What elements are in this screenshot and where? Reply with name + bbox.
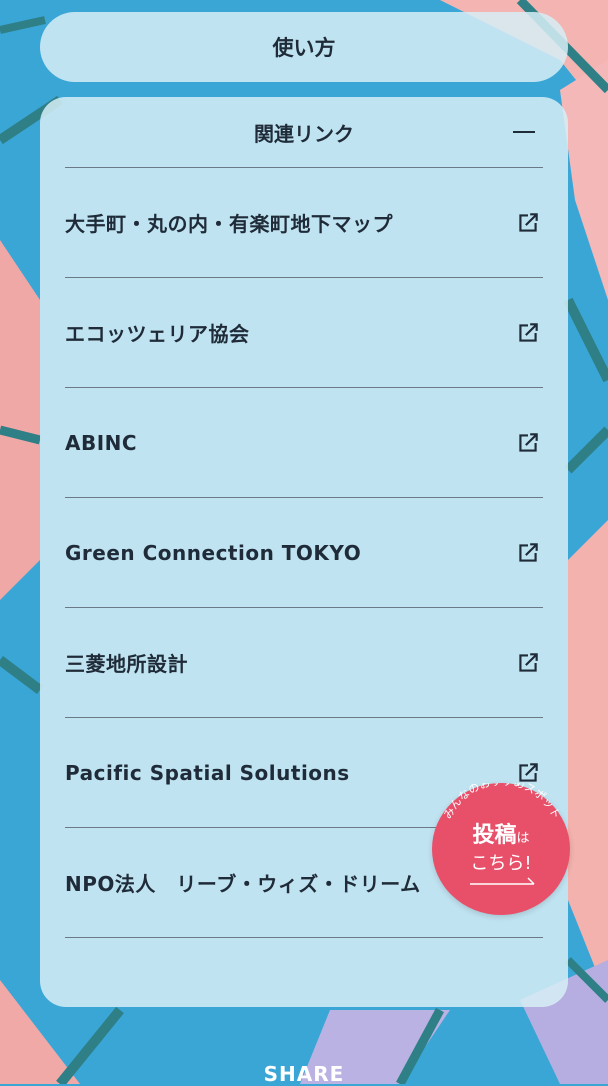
post-badge-main: 投稿は (432, 817, 570, 849)
related-link-label: Pacific Spatial Solutions (65, 760, 350, 785)
howto-button[interactable]: 使い方 (40, 12, 568, 82)
related-link-item[interactable]: 三菱地所設計 (65, 608, 543, 718)
howto-label: 使い方 (272, 36, 336, 60)
post-badge-arc-text: みんなのおすすめスポット (441, 783, 563, 821)
related-link-label: NPO法人 リーブ・ウィズ・ドリーム (65, 872, 421, 896)
external-link-icon (519, 212, 538, 232)
minus-icon[interactable] (513, 131, 535, 133)
external-link-icon (519, 762, 538, 782)
arrow-right-icon (470, 877, 535, 885)
related-link-item[interactable]: エコッツェリア協会 (65, 278, 543, 388)
related-link-label: 三菱地所設計 (65, 652, 188, 676)
external-link-icon (519, 322, 538, 342)
post-spot-badge[interactable]: みんなのおすすめスポット 投稿は こちら! (432, 783, 570, 915)
related-link-item[interactable]: Green Connection TOKYO (65, 498, 543, 608)
post-badge-sub: こちら! (470, 853, 532, 874)
related-link-item[interactable]: ABINC (65, 388, 543, 498)
related-link-label: 大手町・丸の内・有楽町地下マップ (65, 212, 393, 236)
post-badge-particle: は (516, 831, 530, 846)
external-link-icon (519, 542, 538, 562)
share-label: SHARE (263, 1062, 345, 1086)
related-link-label: ABINC (65, 430, 138, 455)
related-links-title: 関連リンク (254, 121, 354, 146)
related-link-label: Green Connection TOKYO (65, 540, 362, 565)
external-link-icon (519, 432, 538, 452)
post-badge-main-label: 投稿 (472, 823, 517, 848)
related-link-item[interactable]: 大手町・丸の内・有楽町地下マップ (65, 168, 543, 278)
related-link-label: エコッツェリア協会 (65, 322, 250, 346)
related-links-header[interactable]: 関連リンク (65, 97, 543, 168)
external-link-icon (519, 652, 538, 672)
